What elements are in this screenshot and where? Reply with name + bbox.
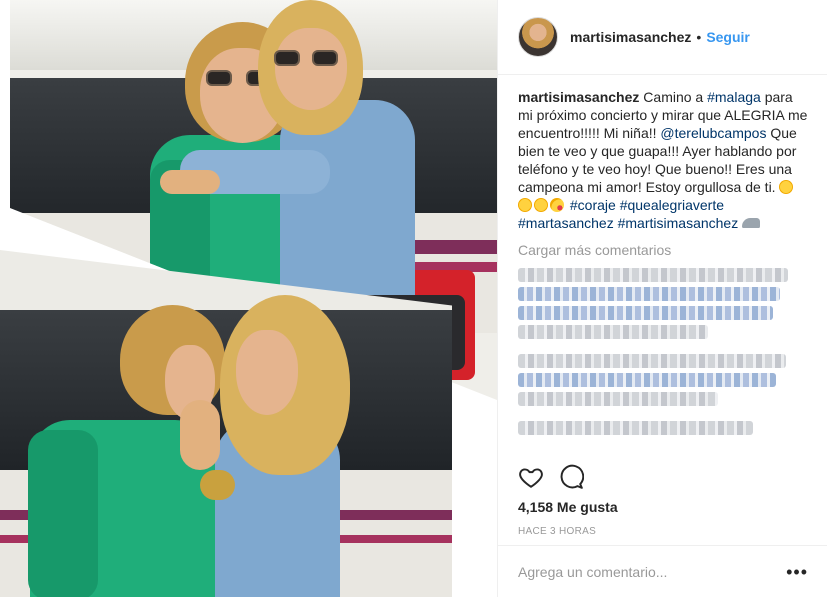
blurred-comment-line — [518, 306, 773, 320]
hashtag-martasanchez[interactable]: #martasanchez — [518, 215, 614, 231]
post-side-panel: martisimasanchez • Seguir martisimasanch… — [497, 0, 827, 597]
more-options-icon[interactable]: ••• — [784, 563, 808, 581]
blurred-comment-line — [518, 354, 786, 368]
post-caption: martisimasanchez Camino a #malaga para m… — [518, 88, 808, 232]
blurred-comment-line — [518, 287, 780, 301]
blurred-comment-line — [518, 325, 708, 339]
follow-button[interactable]: Seguir — [706, 29, 750, 45]
header-separator: • — [696, 29, 702, 45]
hashtag-martisimasanchez[interactable]: #martisimasanchez — [618, 215, 739, 231]
comment-icon[interactable] — [558, 464, 584, 490]
kiss-emoji — [550, 198, 564, 212]
smiley-emoji — [518, 198, 532, 212]
caption-text-1: Camino a — [639, 89, 708, 105]
smiley-emoji — [779, 180, 794, 194]
hashtag-quealegriaverte[interactable]: #quealegriaverte — [620, 197, 724, 213]
likes-count[interactable]: 4,158 Me gusta — [518, 499, 618, 515]
avatar[interactable] — [518, 17, 558, 57]
blurred-comment-line — [518, 392, 718, 406]
blurred-comment-line — [518, 373, 776, 387]
caption-username[interactable]: martisimasanchez — [518, 89, 639, 105]
hashtag-malaga[interactable]: #malaga — [707, 89, 761, 105]
blurred-comment-line — [518, 421, 753, 435]
post-header: martisimasanchez • Seguir — [498, 0, 827, 75]
mention-terelubcampos[interactable]: @terelubcampos — [660, 125, 766, 141]
comment-input[interactable] — [518, 563, 784, 580]
train-emoji — [742, 218, 761, 228]
post-timestamp: HACE 3 HORAS — [518, 526, 597, 537]
add-comment-bar: ••• — [498, 545, 827, 597]
post-photo-collage[interactable] — [0, 0, 497, 597]
heart-icon[interactable] — [518, 464, 544, 490]
comments-section: martisimasanchez Camino a #malaga para m… — [518, 88, 808, 440]
blurred-comments — [518, 268, 808, 435]
hashtag-coraje[interactable]: #coraje — [570, 197, 616, 213]
smiley-emoji — [534, 198, 548, 212]
header-username[interactable]: martisimasanchez — [570, 29, 691, 45]
blurred-comment-line — [518, 268, 788, 282]
post-photo-bottom — [0, 250, 452, 597]
post-actions — [518, 462, 808, 492]
load-more-comments-button[interactable]: Cargar más comentarios — [518, 242, 808, 258]
